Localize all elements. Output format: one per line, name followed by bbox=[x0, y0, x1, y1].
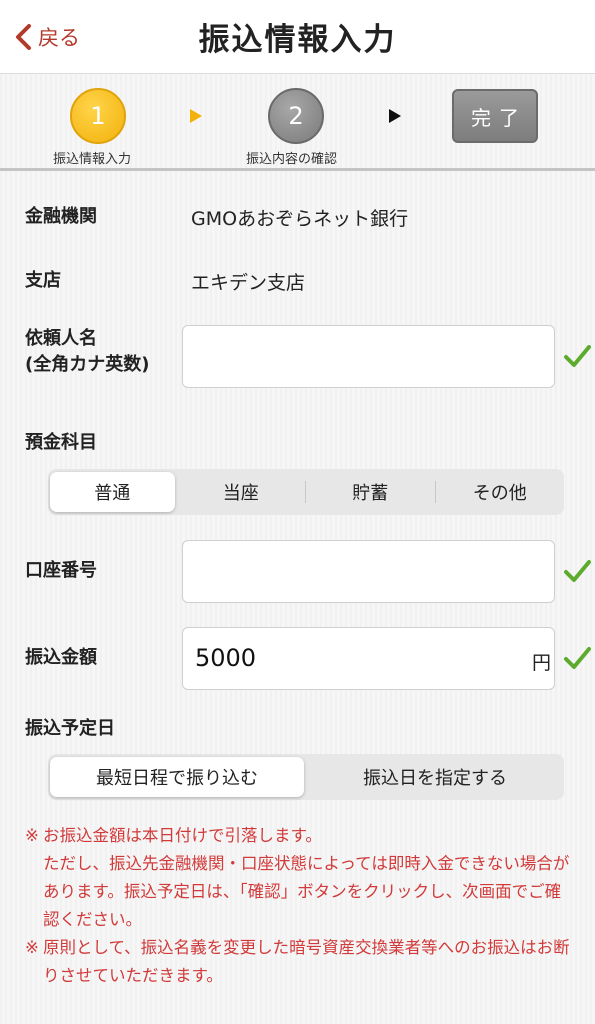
segment-divider bbox=[434, 481, 436, 503]
notice-mark: ※ bbox=[25, 826, 39, 845]
notice-item: ※ 原則として、振込名義を変更した暗号資産交換業者等へのお振込はお断りさせていた… bbox=[25, 934, 575, 990]
branch-label: 支店 bbox=[25, 270, 61, 291]
requester-label-line1: 依頼人名 bbox=[25, 328, 97, 349]
step-1-label: 振込情報入力 bbox=[53, 152, 132, 167]
account-type-option-touza[interactable]: 当座 bbox=[179, 472, 304, 512]
notice-1-line1: お振込金額は本日付けで引落します。 bbox=[43, 826, 322, 845]
notice-text: ※ お振込金額は本日付けで引落します。 ただし、振込先金融機関・口座状態によって… bbox=[25, 822, 575, 990]
step-1-circle: 1 bbox=[70, 88, 126, 144]
step-done-badge: 完了 bbox=[452, 89, 538, 143]
segment-divider bbox=[305, 481, 306, 503]
requester-label: 依頼人名 (全角カナ英数) bbox=[25, 326, 149, 378]
amount-unit: 円 bbox=[531, 652, 551, 674]
amount-input[interactable]: 5000 円 bbox=[182, 627, 555, 690]
account-type-option-futsu[interactable]: 普通 bbox=[50, 472, 175, 512]
bank-value: GMOあおぞらネット銀行 bbox=[191, 208, 409, 230]
step-2-circle: 2 bbox=[268, 88, 324, 144]
account-type-label: 預金科目 bbox=[25, 432, 97, 453]
account-type-selector: 普通 当座 貯蓄 その他 bbox=[48, 469, 564, 515]
date-option-earliest[interactable]: 最短日程で振り込む bbox=[50, 757, 304, 797]
requester-label-line2: (全角カナ英数) bbox=[25, 354, 150, 375]
requester-name-input[interactable] bbox=[182, 325, 555, 388]
checkmark-icon bbox=[563, 342, 591, 370]
transfer-date-label: 振込予定日 bbox=[25, 718, 115, 739]
account-type-option-other[interactable]: その他 bbox=[438, 472, 563, 512]
branch-value: エキデン支店 bbox=[191, 272, 306, 294]
step-arrow-icon bbox=[190, 109, 202, 123]
amount-label: 振込金額 bbox=[25, 647, 97, 668]
notice-item: ※ お振込金額は本日付けで引落します。 ただし、振込先金融機関・口座状態によって… bbox=[25, 822, 575, 934]
header-bar: 戻る 振込情報入力 bbox=[0, 0, 595, 74]
step-2-label: 振込内容の確認 bbox=[246, 152, 338, 167]
step-arrow-icon bbox=[389, 109, 401, 123]
transfer-date-selector: 最短日程で振り込む 振込日を指定する bbox=[48, 754, 564, 800]
notice-1-line2: ただし、振込先金融機関・口座状態によっては即時入金できない場合があります。振込予… bbox=[43, 854, 570, 929]
checkmark-icon bbox=[563, 557, 591, 585]
amount-value: 5000 bbox=[195, 644, 257, 672]
account-number-label: 口座番号 bbox=[25, 560, 97, 581]
notice-2-text: 原則として、振込名義を変更した暗号資産交換業者等へのお振込はお断りさせていただき… bbox=[43, 938, 570, 985]
step-indicator: 1 振込情報入力 2 振込内容の確認 完了 bbox=[0, 75, 595, 171]
page-title: 振込情報入力 bbox=[198, 22, 397, 58]
checkmark-icon bbox=[563, 644, 591, 672]
date-option-specify[interactable]: 振込日を指定する bbox=[308, 757, 562, 797]
account-type-option-chochiku[interactable]: 貯蓄 bbox=[308, 472, 433, 512]
bank-label: 金融機関 bbox=[25, 206, 97, 227]
notice-mark: ※ bbox=[25, 938, 39, 957]
account-number-input[interactable] bbox=[182, 540, 555, 603]
